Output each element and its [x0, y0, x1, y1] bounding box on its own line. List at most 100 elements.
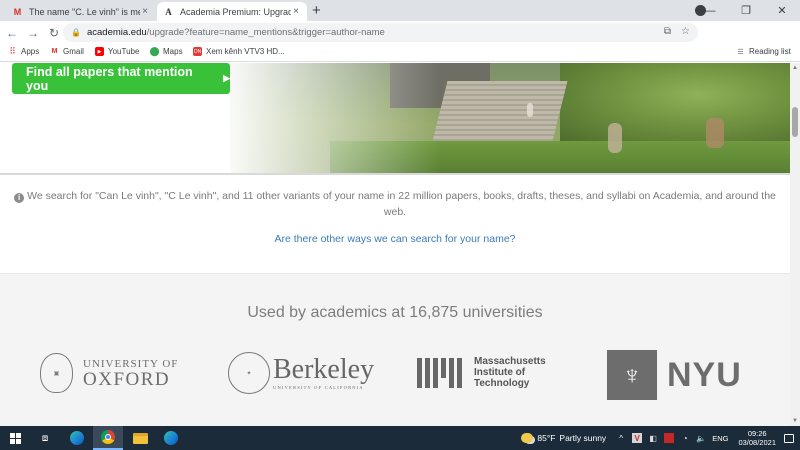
- clock-time: 09:26: [747, 429, 767, 438]
- bookmark-gmail[interactable]: M Gmail: [50, 47, 84, 56]
- close-window-icon[interactable]: ✕: [764, 4, 800, 17]
- bookmark-label: YouTube: [108, 47, 140, 56]
- browser-toolbar: ← → ↻ 🔒 academia.edu/upgrade?feature=nam…: [0, 21, 800, 59]
- mit-line2: Institute of: [474, 367, 526, 378]
- bookmark-youtube[interactable]: ▶ YouTube: [95, 47, 139, 56]
- chrome-icon: [101, 430, 115, 444]
- taskbar-chrome[interactable]: [93, 426, 123, 450]
- scroll-up-icon[interactable]: ▲: [790, 63, 800, 73]
- windows-logo-icon: [9, 432, 21, 444]
- translate-icon[interactable]: ⧉: [664, 26, 671, 37]
- reading-list-label: Reading list: [749, 47, 791, 56]
- tab-gmail[interactable]: M The name "C. Le vinh" is mentioned in.…: [6, 2, 156, 21]
- page-content: Find all papers that mention you ▶ i We s…: [0, 63, 790, 426]
- notification-icon[interactable]: [784, 433, 794, 443]
- nyu-torch-icon: ♆: [607, 350, 657, 400]
- oxford-line1: UNIVERSITY OF: [83, 357, 179, 370]
- hero-banner: Find all papers that mention you ▶: [0, 63, 790, 175]
- maps-pin-icon: ⬤: [149, 46, 160, 56]
- bookmark-apps[interactable]: ⠿ Apps: [8, 46, 40, 56]
- scrollbar-thumb[interactable]: [792, 107, 798, 137]
- mit-line3: Technology: [474, 378, 530, 389]
- campus-trees: [560, 63, 790, 143]
- start-button[interactable]: [0, 426, 30, 450]
- new-tab-button[interactable]: +: [312, 3, 321, 18]
- bookmarks-bar: ⠿ Apps M Gmail ▶ YouTube ⬤ Maps ON Xem k…: [0, 44, 800, 62]
- oxford-crest-icon: ▣: [40, 353, 73, 393]
- search-info-text: We search for "Can Le vinh", "C Le vinh"…: [27, 190, 776, 218]
- address-bar[interactable]: 🔒 academia.edu/upgrade?feature=name_ment…: [63, 23, 698, 42]
- find-papers-button[interactable]: Find all papers that mention you ▶: [12, 63, 230, 94]
- lock-icon[interactable]: 🔒: [71, 28, 81, 37]
- tab-strip: M The name "C. Le vinh" is mentioned in.…: [0, 0, 800, 21]
- search-info: i We search for "Can Le vinh", "C Le vinh…: [0, 188, 790, 220]
- gmail-icon: M: [51, 48, 58, 55]
- bookmark-star-icon[interactable]: ☆: [681, 26, 690, 37]
- gmail-icon: M: [13, 6, 22, 17]
- tab-title: Academia Premium: Upgrade - Academia...: [180, 6, 291, 17]
- scroll-down-icon[interactable]: ▼: [790, 416, 800, 426]
- taskbar-file-explorer[interactable]: [125, 426, 155, 450]
- window-controls: — ❐ ✕: [692, 0, 800, 21]
- maximize-icon[interactable]: ❐: [728, 4, 764, 17]
- taskbar-edge-2[interactable]: [156, 426, 186, 450]
- tray-app2-icon[interactable]: [664, 433, 675, 443]
- person-figure: [706, 118, 724, 148]
- edge-icon: [70, 431, 84, 445]
- edge-icon: [164, 431, 178, 445]
- search-variants-link[interactable]: Are there other ways we can search for y…: [0, 233, 790, 245]
- close-icon[interactable]: ×: [140, 6, 150, 17]
- weather-temp: 85°F: [537, 433, 556, 443]
- url-host: academia.edu: [86, 27, 147, 38]
- clock[interactable]: 09:26 03/08/2021: [738, 429, 776, 447]
- tray-app-icon[interactable]: V: [632, 433, 643, 443]
- bookmark-label: Maps: [163, 47, 183, 56]
- bookmark-label: Xem kênh VTV3 HD...: [206, 47, 285, 56]
- weather-desc: Partly sunny: [559, 433, 607, 443]
- reading-list-button[interactable]: ☰ Reading list: [736, 47, 791, 56]
- minimize-icon[interactable]: —: [692, 5, 728, 17]
- forward-icon[interactable]: →: [24, 26, 42, 40]
- arrow-right-icon: ▶: [223, 73, 230, 83]
- tray-shield-icon[interactable]: ◧: [648, 433, 658, 443]
- hero-divider: [0, 173, 790, 175]
- person-figure: [527, 103, 533, 117]
- clock-date: 03/08/2021: [738, 438, 776, 447]
- campus-stairs: [432, 81, 568, 141]
- tray-wifi-icon[interactable]: ◔: [680, 433, 690, 443]
- vtv-icon: ON: [193, 47, 202, 56]
- bookmark-label: Apps: [21, 47, 40, 56]
- back-icon[interactable]: ←: [3, 26, 21, 40]
- taskbar-edge[interactable]: [62, 426, 92, 450]
- tab-academia[interactable]: A Academia Premium: Upgrade - Academia..…: [157, 2, 307, 21]
- bookmark-maps[interactable]: ⬤ Maps: [149, 46, 183, 56]
- reload-icon[interactable]: ↻: [45, 26, 63, 40]
- oxford-logo: ▣ UNIVERSITY OF OXFORD: [40, 353, 178, 393]
- input-language[interactable]: ENG: [712, 434, 728, 443]
- volume-icon[interactable]: 🔈: [696, 433, 706, 443]
- berkeley-logo: ✦ Berkeley UNIVERSITY OF CALIFORNIA: [228, 352, 374, 394]
- close-icon[interactable]: ×: [291, 6, 301, 17]
- partly-sunny-icon: [521, 433, 534, 443]
- task-view-icon: ⧈: [41, 432, 49, 444]
- folder-icon: [132, 432, 148, 444]
- bookmark-vtv3[interactable]: ON Xem kênh VTV3 HD...: [193, 47, 285, 56]
- info-icon: i: [14, 193, 25, 203]
- academia-icon: A: [165, 6, 172, 17]
- nyu-logo: ♆ NYU: [607, 350, 742, 400]
- page-scrollbar[interactable]: ▲ ▼: [790, 63, 800, 426]
- photo-fade: [220, 63, 440, 175]
- system-tray: 85°F Partly sunny ^ V ◧ ◔ 🔈 ENG 09:26 03…: [521, 426, 800, 450]
- apps-grid-icon: ⠿: [9, 46, 16, 56]
- reading-list-icon: ☰: [737, 48, 744, 56]
- url-path: /upgrade?feature=name_mentions&trigger=a…: [146, 27, 385, 38]
- tray-chevron-icon[interactable]: ^: [616, 433, 626, 443]
- mit-logo: Massachusetts Institute of Technology: [417, 356, 546, 389]
- berkeley-line2: UNIVERSITY OF CALIFORNIA: [273, 385, 364, 390]
- weather-widget[interactable]: 85°F Partly sunny: [521, 433, 606, 443]
- find-papers-label: Find all papers that mention you: [26, 64, 193, 93]
- oxford-line2: OXFORD: [83, 368, 171, 390]
- youtube-icon: ▶: [95, 47, 104, 56]
- bookmark-label: Gmail: [63, 47, 84, 56]
- task-view-button[interactable]: ⧈: [30, 426, 60, 450]
